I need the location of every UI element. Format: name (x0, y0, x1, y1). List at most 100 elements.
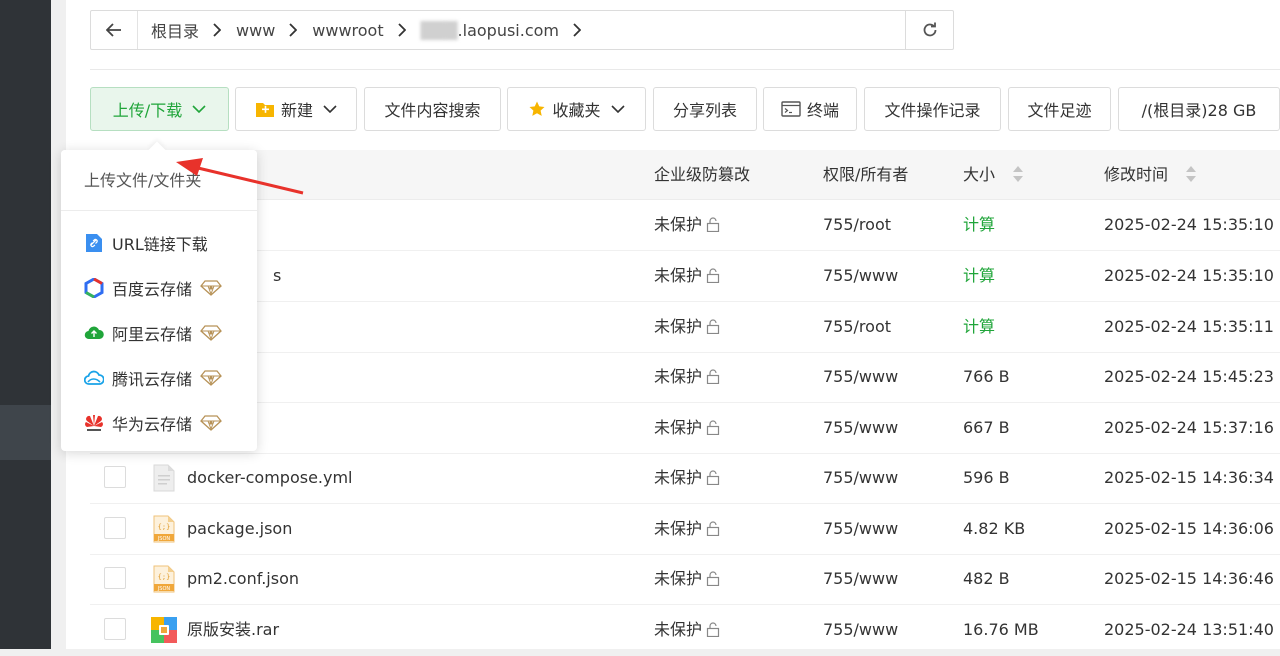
protection-status-text: 未保护 (654, 418, 703, 437)
refresh-icon (923, 22, 936, 37)
file-size: 482 B (963, 569, 1010, 588)
protection-status[interactable]: 未保护 (654, 554, 720, 604)
file-table-header: 企业级防篡改 权限/所有者 大小 修改时间 (90, 150, 1280, 200)
table-row[interactable]: 未保护 755/root 计算 2025-02-24 15:35:10 (90, 200, 1280, 251)
aliyun-item[interactable]: 阿里云存储 (61, 310, 257, 355)
terminal-button[interactable]: 终端 (763, 87, 857, 131)
breadcrumb-item-site[interactable]: ███.laopusi.com (408, 21, 571, 40)
path-bar: 根目录 www wwwroot ███.laopusi.com (90, 10, 954, 50)
row-checkbox[interactable] (104, 466, 126, 488)
breadcrumb-item-root[interactable]: 根目录 (138, 18, 211, 42)
row-checkbox[interactable] (104, 618, 126, 640)
unlock-icon (706, 268, 720, 283)
file-name[interactable]: pm2.conf.json (187, 554, 299, 604)
protection-status[interactable]: 未保护 (654, 403, 720, 453)
diamond-vip-icon (200, 324, 222, 341)
svg-text:JSON: JSON (157, 586, 171, 592)
diamond-vip-icon (200, 369, 222, 386)
column-header-size[interactable]: 大小 (963, 150, 1024, 199)
chevron-right-icon (571, 23, 583, 37)
protection-status[interactable]: 未保护 (654, 302, 720, 352)
new-button[interactable]: 新建 (235, 87, 357, 131)
new-folder-icon (255, 100, 275, 118)
file-name[interactable]: package.json (187, 504, 292, 554)
upload-download-label: 上传/下载 (112, 101, 183, 120)
back-button[interactable] (91, 11, 138, 49)
sidebar-active-item[interactable] (0, 405, 51, 460)
perm-owner[interactable]: 755/www (823, 251, 898, 301)
share-list-label: 分享列表 (672, 101, 737, 120)
protection-status[interactable]: 未保护 (654, 453, 720, 503)
breadcrumb-item-www[interactable]: www (223, 21, 287, 40)
perm-owner[interactable]: 755/root (823, 302, 891, 352)
operation-log-label: 文件操作记录 (884, 101, 981, 120)
file-name[interactable]: s (273, 251, 281, 301)
refresh-button[interactable] (905, 11, 953, 49)
modified-time: 2025-02-15 14:36:46 (1104, 569, 1274, 588)
perm-owner[interactable]: 755/www (823, 554, 898, 604)
file-name[interactable]: 原版安装.rar (187, 605, 279, 655)
protection-status[interactable]: 未保护 (654, 251, 720, 301)
operation-log-button[interactable]: 文件操作记录 (864, 87, 1001, 131)
svg-text:{;}: {;} (158, 523, 171, 531)
table-row[interactable]: docker-compose.yml 未保护 755/www 596 B 202… (90, 453, 1280, 504)
row-checkbox[interactable] (104, 567, 126, 589)
table-row[interactable]: {;} JSON pm2.conf.json 未保护 755/www 482 B … (90, 554, 1280, 605)
upload-file-folder-item[interactable]: 上传文件/文件夹 (61, 150, 257, 211)
table-row[interactable]: {;} JSON package.json 未保护 755/www 4.82 KB… (90, 504, 1280, 555)
perm-owner[interactable]: 755/www (823, 352, 898, 402)
unlock-icon (706, 571, 720, 586)
share-list-button[interactable]: 分享列表 (653, 87, 757, 131)
favorites-button[interactable]: 收藏夹 (507, 87, 646, 131)
protection-status[interactable]: 未保护 (654, 200, 720, 250)
modified-time: 2025-02-24 15:35:10 (1104, 215, 1274, 234)
size-calculate-link[interactable]: 计算 (963, 200, 995, 250)
perm-owner[interactable]: 755/www (823, 605, 898, 655)
sort-icon (1013, 166, 1024, 182)
upload-dropdown-menu: 上传文件/文件夹 URL链接下载 百度云存储 阿里云存储 腾讯云存储 华为云存储 (61, 141, 257, 451)
table-row[interactable]: 未保护 755/www 667 B 2025-02-24 15:37:16 (90, 403, 1280, 454)
modified-time: 2025-02-24 15:35:11 (1104, 317, 1274, 336)
protection-status[interactable]: 未保护 (654, 605, 720, 655)
table-row[interactable]: s 未保护 755/www 计算 2025-02-24 15:35:10 (90, 251, 1280, 302)
tencent-cloud-label: 腾讯云存储 (112, 369, 193, 389)
content-search-label: 文件内容搜索 (384, 101, 481, 120)
content-search-button[interactable]: 文件内容搜索 (364, 87, 501, 131)
upload-download-button[interactable]: 上传/下载 (90, 87, 229, 131)
protection-status[interactable]: 未保护 (654, 504, 720, 554)
unlock-icon (706, 217, 720, 232)
protection-status-text: 未保护 (654, 620, 703, 639)
size-calculate-link[interactable]: 计算 (963, 251, 995, 301)
row-checkbox[interactable] (104, 517, 126, 539)
breadcrumb-item-wwwroot[interactable]: wwwroot (299, 21, 395, 40)
unlock-icon (706, 420, 720, 435)
baidu-cloud-item[interactable]: 百度云存储 (61, 265, 257, 310)
file-trace-button[interactable]: 文件足迹 (1008, 87, 1111, 131)
column-header-perm-owner: 权限/所有者 (823, 165, 909, 184)
file-name[interactable]: docker-compose.yml (187, 453, 353, 503)
huawei-cloud-item[interactable]: 华为云存储 (61, 400, 257, 445)
table-row[interactable]: 未保护 755/root 计算 2025-02-24 15:35:11 (90, 302, 1280, 353)
tencent-cloud-item[interactable]: 腾讯云存储 (61, 355, 257, 400)
protection-status[interactable]: 未保护 (654, 352, 720, 402)
column-header-size-label: 大小 (963, 165, 996, 184)
file-size: 16.76 MB (963, 620, 1039, 639)
size-calculate-link[interactable]: 计算 (963, 302, 995, 352)
column-header-protection: 企业级防篡改 (654, 165, 751, 184)
huawei-cloud-label: 华为云存储 (112, 414, 193, 434)
perm-owner[interactable]: 755/root (823, 200, 891, 250)
table-row[interactable]: 原版安装.rar 未保护 755/www 16.76 MB 2025-02-24… (90, 605, 1280, 656)
url-download-item[interactable]: URL链接下载 (61, 220, 257, 265)
column-header-mtime[interactable]: 修改时间 (1104, 150, 1197, 199)
aliyun-label: 阿里云存储 (112, 324, 193, 344)
perm-owner[interactable]: 755/www (823, 403, 898, 453)
unlock-icon (706, 319, 720, 334)
modified-time: 2025-02-24 15:35:10 (1104, 266, 1274, 285)
modified-time: 2025-02-24 15:37:16 (1104, 418, 1274, 437)
diamond-vip-icon (200, 414, 222, 431)
table-row[interactable]: 未保护 755/www 766 B 2025-02-24 15:45:23 (90, 352, 1280, 403)
disk-usage-button[interactable]: /(根目录)28 GB (1118, 87, 1280, 131)
aliyun-icon (84, 323, 104, 343)
perm-owner[interactable]: 755/www (823, 453, 898, 503)
perm-owner[interactable]: 755/www (823, 504, 898, 554)
